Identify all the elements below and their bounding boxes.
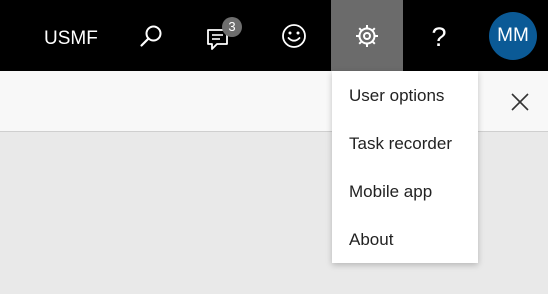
company-picker[interactable]: USMF [44,0,98,71]
top-navigation-bar: USMF 3 ? MM [0,0,548,71]
menu-item-about[interactable]: About [332,216,478,264]
notification-badge: 3 [222,17,242,37]
messages-button[interactable]: 3 [185,0,257,71]
close-button[interactable] [506,88,534,116]
menu-item-task-recorder[interactable]: Task recorder [332,120,478,168]
close-icon [511,93,529,111]
search-button[interactable] [115,0,187,71]
question-icon: ? [431,22,447,52]
smiley-icon [282,23,306,48]
menu-item-user-options[interactable]: User options [332,72,478,120]
user-avatar[interactable]: MM [489,12,537,60]
gear-icon [356,24,378,47]
help-button[interactable]: ? [403,0,475,71]
settings-button[interactable] [331,0,403,71]
settings-menu: User options Task recorder Mobile app Ab… [332,71,478,263]
menu-item-mobile-app[interactable]: Mobile app [332,168,478,216]
feedback-button[interactable] [258,0,330,71]
search-icon [140,25,162,47]
